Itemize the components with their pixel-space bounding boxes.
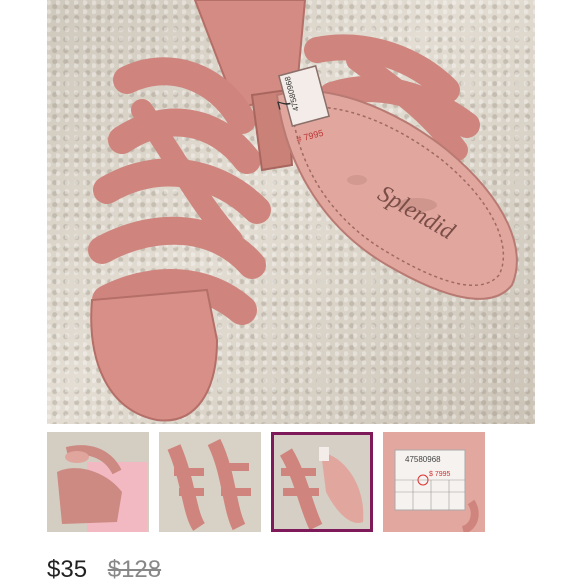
brand-print: Splendid [373, 181, 460, 246]
price-row: $35 $128 [47, 556, 161, 586]
thumbnail-1-image [47, 432, 149, 532]
thumbnail-4-labels: 47580968 $ 7995 [405, 455, 451, 478]
main-photo-labels: Splendid 7 47580968 # 7995 [274, 75, 460, 246]
main-product-photo[interactable]: Splendid 7 47580968 # 7995 [47, 0, 535, 424]
thumbnail-4[interactable]: 47580968 $ 7995 [383, 432, 485, 532]
thumbnail-3-image [271, 432, 373, 532]
thumbnail-2-image [159, 432, 261, 532]
thumbnail-strip: 47580968 $ 7995 [47, 432, 535, 534]
thumbnail-4-code: 47580968 [405, 455, 441, 464]
tag-price: # 7995 [295, 128, 324, 145]
thumbnail-1[interactable] [47, 432, 149, 532]
thumbnail-2[interactable] [159, 432, 261, 532]
thumbnail-4-price: $ 7995 [429, 471, 451, 478]
price-original: $128 [107, 556, 162, 583]
price-current: $35 [47, 556, 88, 583]
thumbnail-3[interactable] [271, 432, 373, 532]
